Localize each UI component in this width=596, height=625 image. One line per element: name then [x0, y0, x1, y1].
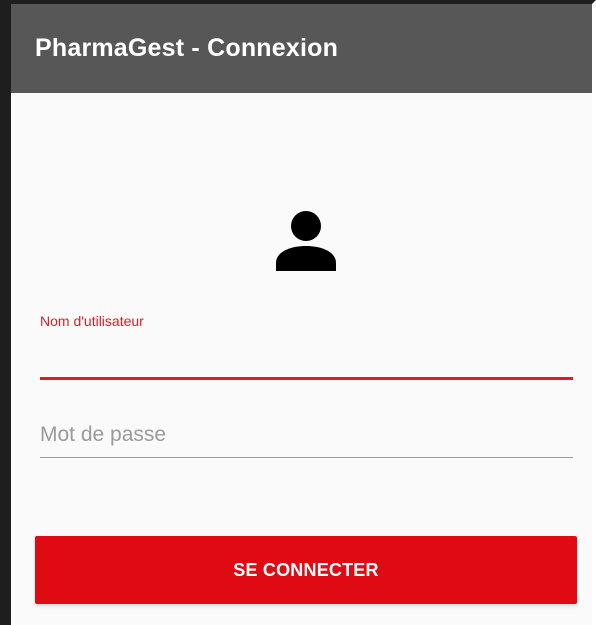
login-form: Nom d'utilisateur SE CONNECTER	[11, 93, 592, 625]
username-label: Nom d'utilisateur	[40, 313, 144, 329]
username-underline	[40, 377, 573, 380]
app-title: PharmaGest - Connexion	[35, 34, 339, 62]
login-button[interactable]: SE CONNECTER	[35, 536, 577, 604]
password-input[interactable]	[40, 417, 573, 453]
person-icon	[274, 211, 338, 275]
password-underline	[40, 457, 573, 458]
username-field[interactable]: Nom d'utilisateur	[40, 313, 573, 381]
password-field[interactable]	[40, 413, 573, 461]
app-window: PharmaGest - Connexion Nom d'utilisateur…	[0, 0, 596, 625]
app-bar: PharmaGest - Connexion	[11, 4, 592, 93]
username-input[interactable]	[40, 339, 573, 373]
